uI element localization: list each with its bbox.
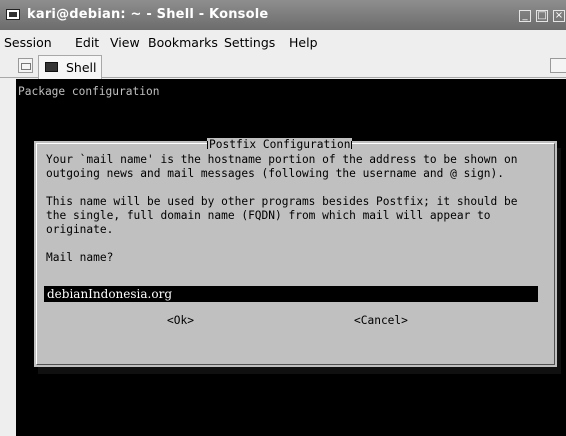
tab-label: Shell xyxy=(66,60,97,75)
new-tab-button[interactable] xyxy=(18,58,33,73)
menu-view[interactable]: View xyxy=(110,35,140,50)
cancel-button[interactable]: <Cancel> xyxy=(354,314,408,327)
ok-button[interactable]: <Ok> xyxy=(167,314,194,327)
close-tab-button[interactable] xyxy=(550,58,566,73)
menu-bookmarks[interactable]: Bookmarks xyxy=(148,35,218,50)
tab-shell[interactable]: Shell xyxy=(38,55,102,79)
minimize-button[interactable]: _ xyxy=(519,10,531,22)
menu-settings[interactable]: Settings xyxy=(224,35,275,50)
terminal-icon xyxy=(45,62,58,72)
terminal-area[interactable]: Package configuration Postfix Configurat… xyxy=(16,79,566,436)
title-bar[interactable]: kari@debian: ~ - Shell - Konsole _ □ × xyxy=(0,0,566,30)
window-title: kari@debian: ~ - Shell - Konsole xyxy=(27,7,269,22)
konsole-window: kari@debian: ~ - Shell - Konsole _ □ × S… xyxy=(0,0,566,436)
dialog-title: Postfix Configuration xyxy=(207,138,353,151)
dialog-body: Your `mail name' is the hostname portion… xyxy=(46,153,518,264)
menu-edit[interactable]: Edit xyxy=(75,35,99,50)
terminal-app-icon[interactable] xyxy=(6,9,20,20)
mail-name-input[interactable]: debianIndonesia.org xyxy=(44,286,538,302)
close-button[interactable]: × xyxy=(553,10,565,22)
maximize-button[interactable]: □ xyxy=(536,10,548,22)
menu-help[interactable]: Help xyxy=(289,35,318,50)
terminal-header: Package configuration xyxy=(18,85,160,98)
postfix-dialog: Postfix Configuration Your `mail name' i… xyxy=(34,138,557,367)
menu-bar: Session Edit View Bookmarks Settings Hel… xyxy=(0,30,566,53)
menu-session[interactable]: Session xyxy=(4,35,52,50)
